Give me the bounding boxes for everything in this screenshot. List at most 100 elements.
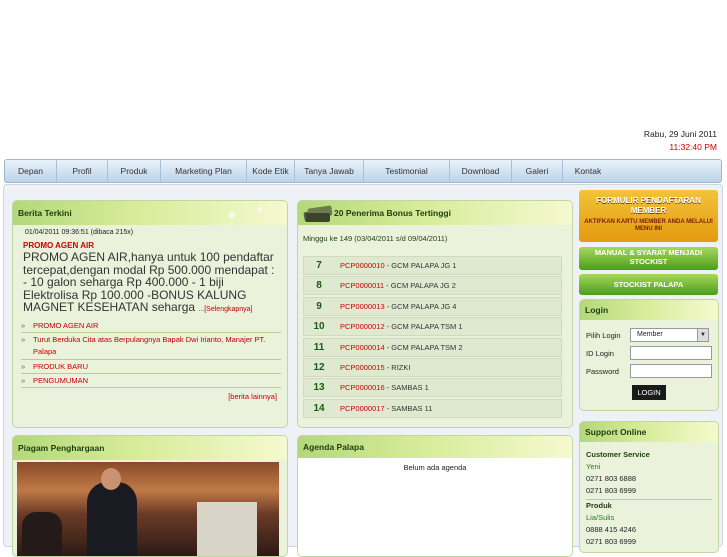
rank: 11 bbox=[313, 341, 325, 353]
bonus-table: 7 PCP0000010 - GCM PALAPA JG 1 8 PCP000001… bbox=[303, 256, 562, 418]
list-item[interactable]: » PROMO AGEN AIR bbox=[21, 319, 281, 333]
banner-subtitle: AKTIFKAN KARTU MEMBER ANDA MELALUI MENU … bbox=[584, 219, 713, 232]
rank: 13 bbox=[313, 382, 325, 394]
piagam-panel: Piagam Penghargaan bbox=[12, 435, 288, 557]
agenda-empty-text: Belum ada agenda bbox=[403, 463, 467, 472]
promo-body: PROMO AGEN AIR,hanya untuk 100 pendaftar… bbox=[13, 250, 287, 317]
date-text: Rabu, 29 Juni 2011 bbox=[643, 129, 717, 139]
table-row: 9 PCP0000013 - GCM PALAPA JG 4 bbox=[303, 296, 562, 316]
member-code: PCP0000015 bbox=[340, 362, 385, 372]
id-login-input[interactable] bbox=[630, 346, 712, 360]
berita-lainnya-link[interactable]: [berita lainnya] bbox=[13, 388, 287, 401]
promo-text: PROMO AGEN AIR,hanya untuk 100 pendaftar… bbox=[23, 250, 275, 314]
member-name: - GCM PALAPA JG 1 bbox=[384, 261, 457, 270]
bonus-title: 20 Penerima Bonus Tertinggi bbox=[334, 208, 451, 218]
member-name: - GCM PALAPA JG 4 bbox=[384, 301, 457, 311]
berita-item-label: Turut Berduka Cita atas Berpulangnya Bap… bbox=[33, 334, 266, 356]
nav-kontak[interactable]: Kontak bbox=[563, 160, 613, 182]
stockist-palapa-banner[interactable]: STOCKIST PALAPA bbox=[579, 274, 718, 295]
password-label: Password bbox=[586, 366, 619, 376]
piagam-title: Piagam Penghargaan bbox=[18, 443, 105, 453]
money-icon bbox=[303, 205, 333, 223]
login-type-select[interactable]: Member ▼ bbox=[630, 328, 709, 342]
rank: 14 bbox=[313, 402, 325, 414]
member-cell: PCP0000013 - GCM PALAPA JG 4 bbox=[334, 298, 561, 315]
produk-phone-2: 0271 803 6999 bbox=[586, 537, 637, 546]
login-button[interactable]: LOGIN bbox=[632, 385, 666, 400]
bonus-header: 20 Penerima Bonus Tertinggi bbox=[298, 201, 572, 225]
bullet-icon: » bbox=[21, 361, 26, 371]
login-header: Login bbox=[580, 300, 718, 320]
member-name: - GCM PALAPA TSM 1 bbox=[384, 322, 463, 332]
nav-marketing-plan[interactable]: Marketing Plan bbox=[161, 160, 247, 182]
member-name: - RIZKI bbox=[384, 362, 411, 372]
member-cell: PCP0000014 - GCM PALAPA TSM 2 bbox=[334, 339, 561, 356]
member-name: - SAMBAS 1 bbox=[384, 383, 429, 393]
support-body: Customer Service Yeni 0271 803 6888 0271… bbox=[580, 442, 718, 548]
member-cell: PCP0000011 - GCM PALAPA JG 2 bbox=[334, 277, 561, 294]
manual-stockist-banner[interactable]: MANUAL & SYARAT MENJADI STOCKIST bbox=[579, 247, 718, 270]
berita-title: Berita Terkini bbox=[18, 208, 72, 218]
rank: 8 bbox=[316, 280, 322, 292]
table-row: 12 PCP0000015 - RIZKI bbox=[303, 357, 562, 377]
nav-tanya-jawab[interactable]: Tanya Jawab bbox=[295, 160, 364, 182]
berita-list: » PROMO AGEN AIR » Turut Berduka Cita atas… bbox=[13, 319, 287, 388]
formulir-pendaftaran-banner[interactable]: FORMULIR PENDAFTARAN MEMBER AKTIFKAN KAR… bbox=[579, 190, 718, 242]
member-code: PCP0000017 bbox=[340, 403, 385, 413]
rank: 10 bbox=[313, 321, 325, 333]
banner-title: FORMULIR PENDAFTARAN MEMBER bbox=[596, 196, 701, 215]
member-cell: PCP0000015 - RIZKI bbox=[334, 359, 561, 376]
table-row: 11 PCP0000014 - GCM PALAPA TSM 2 bbox=[303, 337, 562, 357]
promo-title[interactable]: PROMO AGEN AIR bbox=[13, 236, 287, 250]
berita-item-label: PROMO AGEN AIR bbox=[33, 320, 99, 330]
member-cell: PCP0000016 - SAMBAS 1 bbox=[334, 379, 561, 396]
chevron-down-icon[interactable]: ▼ bbox=[697, 328, 709, 342]
selengkapnya-link[interactable]: ...[Selengkapnya] bbox=[198, 306, 252, 313]
produk-name[interactable]: Lia/Sulis bbox=[586, 512, 712, 524]
agenda-header: Agenda Palapa bbox=[298, 436, 572, 458]
nav-kode-etik[interactable]: Kode Etik bbox=[247, 160, 295, 182]
berita-meta: 01/04/2011 09:36:51 (dibaca 215x) bbox=[25, 229, 134, 236]
bonus-panel: 20 Penerima Bonus Tertinggi Minggu ke 14… bbox=[297, 200, 573, 428]
member-name: - GCM PALAPA JG 2 bbox=[384, 281, 456, 291]
list-item[interactable]: » PRODUK BARU bbox=[21, 360, 281, 374]
piagam-header: Piagam Penghargaan bbox=[13, 436, 287, 460]
list-item[interactable]: » PENGUMUMAN bbox=[21, 374, 281, 388]
login-type-value: Member bbox=[637, 331, 663, 338]
rank: 12 bbox=[313, 361, 325, 373]
member-name: - SAMBAS 11 bbox=[384, 403, 433, 413]
password-input[interactable] bbox=[630, 364, 712, 378]
agenda-panel: Agenda Palapa Belum ada agenda bbox=[297, 435, 573, 557]
award-photo[interactable] bbox=[17, 462, 279, 556]
password-row: Password bbox=[580, 362, 718, 380]
nav-profil[interactable]: Profil bbox=[57, 160, 108, 182]
berita-item-label: PRODUK BARU bbox=[33, 361, 89, 371]
person-shape bbox=[22, 512, 62, 556]
nav-testimonial[interactable]: Testimonial bbox=[364, 160, 450, 182]
member-code: PCP0000011 bbox=[340, 281, 385, 291]
nav-galeri[interactable]: Galeri bbox=[512, 160, 563, 182]
table-row: 14 PCP0000017 - SAMBAS 11 bbox=[303, 398, 562, 418]
nav-produk[interactable]: Produk bbox=[108, 160, 161, 182]
nav-download[interactable]: Download bbox=[450, 160, 512, 182]
berita-panel: Berita Terkini 01/04/2011 09:36:51 (diba… bbox=[12, 200, 288, 428]
pilih-login-label: Pilih Login bbox=[586, 330, 621, 340]
cs-phone-1: 0271 803 6888 bbox=[586, 474, 637, 483]
member-cell: PCP0000012 - GCM PALAPA TSM 1 bbox=[334, 318, 561, 335]
member-code: PCP0000012 bbox=[340, 322, 385, 332]
produk-label: Produk bbox=[586, 501, 612, 510]
time-text: 11:32:40 PM bbox=[669, 142, 717, 152]
member-cell: PCP0000010 - GCM PALAPA JG 1 bbox=[334, 257, 561, 274]
bonus-period: Minggu ke 149 (03/04/2011 s/d 09/04/2011… bbox=[303, 234, 448, 243]
table-row: 13 PCP0000016 - SAMBAS 1 bbox=[303, 378, 562, 398]
cs-name[interactable]: Yeni bbox=[586, 461, 712, 473]
agenda-title: Agenda Palapa bbox=[303, 442, 364, 452]
swirl-decoration-icon bbox=[211, 204, 281, 222]
produk-phone-1: 0888 415 4246 bbox=[586, 525, 637, 534]
berita-item-label: PENGUMUMAN bbox=[33, 375, 89, 385]
table-row: 10 PCP0000012 - GCM PALAPA TSM 1 bbox=[303, 317, 562, 337]
nav-depan[interactable]: Depan bbox=[5, 160, 57, 182]
list-item[interactable]: » Turut Berduka Cita atas Berpulangnya Ba… bbox=[21, 333, 281, 360]
bullet-icon: » bbox=[21, 375, 26, 385]
bullet-icon: » bbox=[21, 320, 26, 330]
